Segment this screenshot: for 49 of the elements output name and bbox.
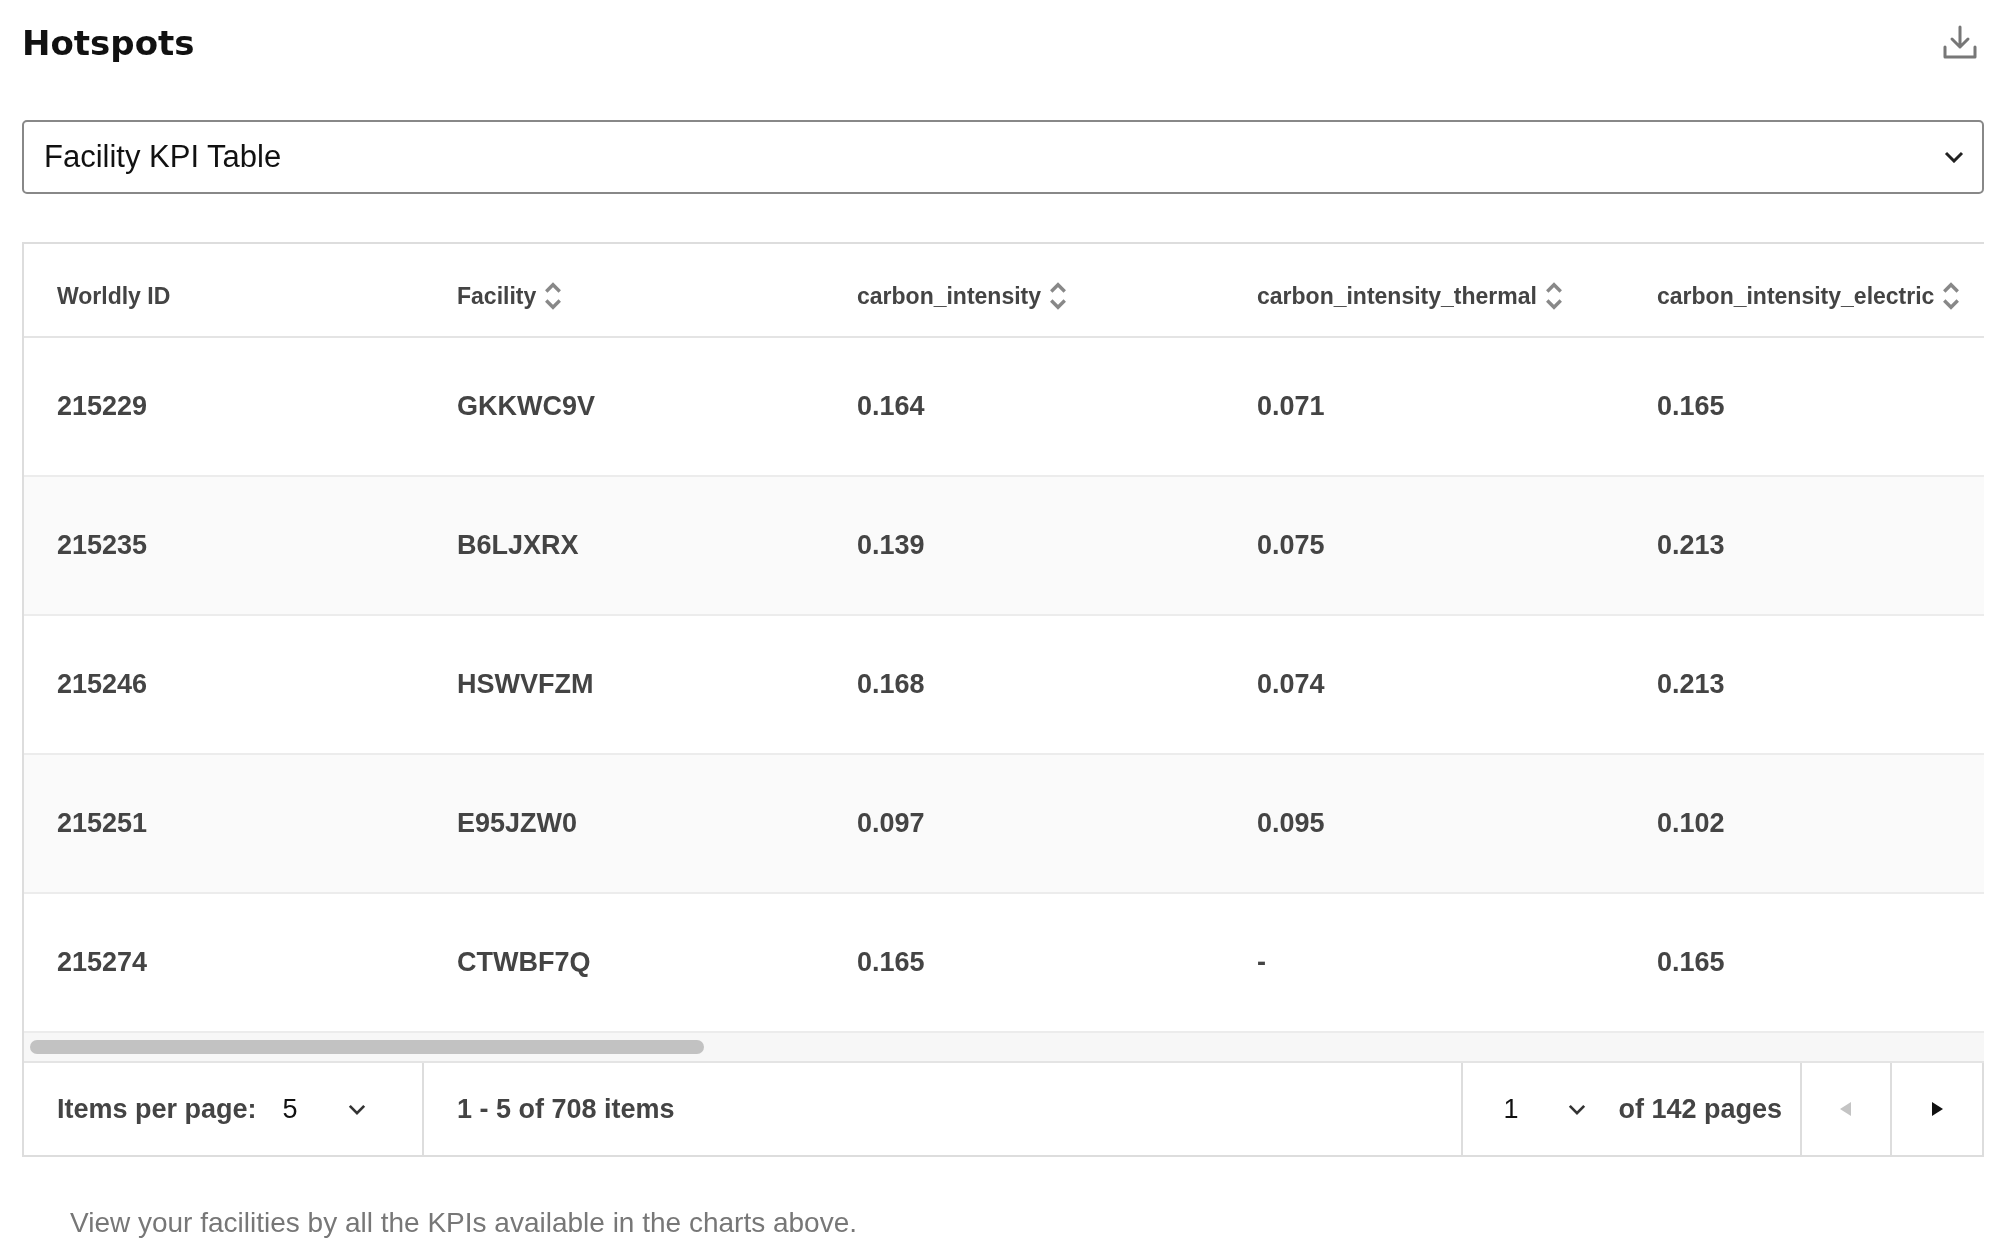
chevron-down-icon — [1568, 1103, 1587, 1115]
sort-icon[interactable] — [1942, 281, 1961, 311]
sort-icon[interactable] — [1049, 281, 1068, 311]
table-cell: 215246 — [57, 669, 148, 699]
column-header[interactable]: carbon_intensity — [857, 282, 1042, 310]
triangle-left-icon — [1840, 1102, 1852, 1116]
footnote: View your facilities by all the KPIs available in the charts above. — [70, 1207, 858, 1239]
view-select[interactable]: Facility KPI Table — [22, 120, 1984, 194]
table-cell: 0.071 — [1257, 391, 1325, 421]
table-cell: GKKWC9V — [457, 391, 595, 421]
triangle-right-icon — [1931, 1102, 1943, 1116]
table-cell: 0.074 — [1257, 669, 1325, 699]
items-per-page-select[interactable]: 5 — [276, 1089, 372, 1129]
column-header: Worldly ID — [57, 282, 171, 310]
table-cell: CTWBF7Q — [457, 947, 591, 977]
sort-icon[interactable] — [544, 281, 563, 311]
table-cell: 0.164 — [857, 391, 925, 421]
page-select[interactable]: 1 — [1503, 1089, 1587, 1129]
page-count: of 142 pages — [1618, 1093, 1782, 1125]
table-cell: 0.095 — [1257, 808, 1325, 838]
chevron-down-icon — [1944, 151, 1964, 163]
table-cell: 0.165 — [857, 947, 925, 977]
items-per-page-label: Items per page: — [57, 1093, 257, 1125]
table-cell: - — [1257, 947, 1266, 977]
chevron-down-icon — [347, 1103, 366, 1115]
table-cell: 0.165 — [1657, 947, 1725, 977]
table-cell: 0.075 — [1257, 530, 1325, 560]
item-range: 1 - 5 of 708 items — [457, 1093, 675, 1125]
table-cell: 215274 — [57, 947, 148, 977]
table-cell: 0.213 — [1657, 530, 1725, 560]
column-header[interactable]: carbon_intensity_thermal — [1257, 282, 1537, 310]
table-cell: 0.213 — [1657, 669, 1725, 699]
table-cell: 0.097 — [857, 808, 925, 838]
column-header[interactable]: Facility — [457, 282, 537, 310]
table-cell: 0.168 — [857, 669, 925, 699]
horizontal-scrollbar[interactable] — [24, 1033, 1984, 1063]
table-cell: 215251 — [57, 808, 148, 838]
table-cell: 0.102 — [1657, 808, 1725, 838]
section-title: Hotspots — [22, 23, 195, 63]
table-cell: 0.165 — [1657, 391, 1725, 421]
scrollbar-thumb[interactable] — [30, 1040, 704, 1054]
table-cell: 0.139 — [857, 530, 925, 560]
table-cell: 215229 — [57, 391, 148, 421]
table-cell: B6LJXRX — [457, 530, 579, 560]
table-cell: E95JZW0 — [457, 808, 578, 838]
table-cell: HSWVFZM — [457, 669, 594, 699]
column-header[interactable]: carbon_intensity_electric — [1657, 282, 1935, 310]
table-cell: 215235 — [57, 530, 148, 560]
sort-icon[interactable] — [1544, 281, 1563, 311]
